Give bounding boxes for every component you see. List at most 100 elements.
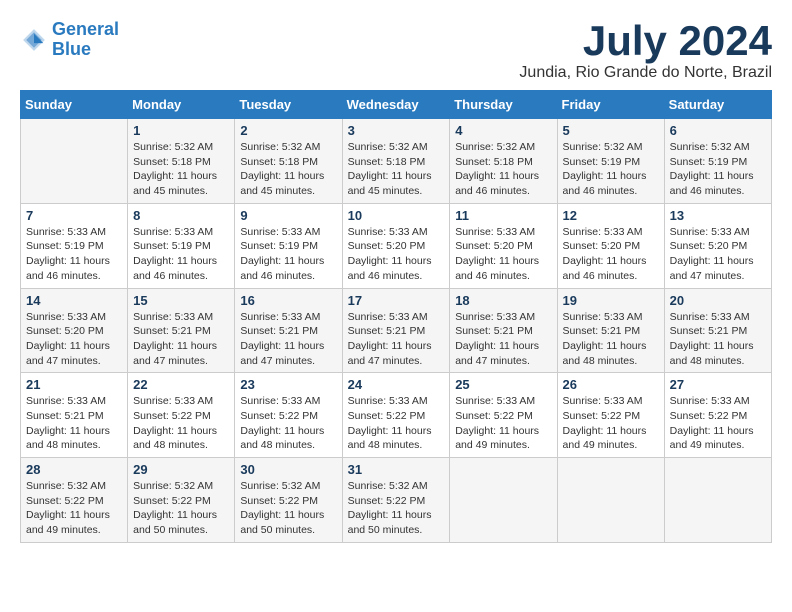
day-info: Sunrise: 5:32 AM Sunset: 5:22 PM Dayligh…: [348, 479, 445, 538]
day-info: Sunrise: 5:32 AM Sunset: 5:18 PM Dayligh…: [348, 140, 445, 199]
calendar-cell: 15Sunrise: 5:33 AM Sunset: 5:21 PM Dayli…: [128, 288, 235, 373]
day-number: 12: [563, 208, 659, 223]
day-info: Sunrise: 5:32 AM Sunset: 5:18 PM Dayligh…: [133, 140, 229, 199]
day-number: 31: [348, 462, 445, 477]
calendar-cell: 9 Sunrise: 5:33 AM Sunset: 5:19 PM Daylig…: [235, 203, 342, 288]
title-area: July 2024 Jundia, Rio Grande do Norte, B…: [519, 20, 772, 82]
day-number: 24: [348, 377, 445, 392]
day-number: 10: [348, 208, 445, 223]
day-number: 17: [348, 293, 445, 308]
day-number: 9: [240, 208, 336, 223]
calendar-cell: 27 Sunrise: 5:33 AM Sunset: 5:22 PM Dayli…: [664, 373, 771, 458]
weekday-header-tuesday: Tuesday: [235, 91, 342, 119]
weekday-header-thursday: Thursday: [450, 91, 557, 119]
day-number: 18: [455, 293, 551, 308]
day-info: Sunrise: 5:33 AM Sunset: 5:19 PM Dayligh…: [133, 225, 229, 284]
day-info: Sunrise: 5:32 AM Sunset: 5:22 PM Dayligh…: [133, 479, 229, 538]
calendar-cell: 6 Sunrise: 5:32 AM Sunset: 5:19 PM Daylig…: [664, 119, 771, 204]
day-number: 26: [563, 377, 659, 392]
calendar-cell: 23 Sunrise: 5:33 AM Sunset: 5:22 PM Dayli…: [235, 373, 342, 458]
calendar-cell: [450, 458, 557, 543]
day-info: Sunrise: 5:33 AM Sunset: 5:22 PM Dayligh…: [455, 394, 551, 453]
day-number: 3: [348, 123, 445, 138]
logo-icon: [20, 26, 48, 54]
calendar-week-row: 28 Sunrise: 5:32 AM Sunset: 5:22 PM Dayli…: [21, 458, 772, 543]
day-info: Sunrise: 5:32 AM Sunset: 5:22 PM Dayligh…: [240, 479, 336, 538]
day-number: 1: [133, 123, 229, 138]
day-info: Sunrise: 5:33 AM Sunset: 5:21 PM Dayligh…: [240, 310, 336, 369]
day-number: 2: [240, 123, 336, 138]
day-info: Sunrise: 5:33 AM Sunset: 5:21 PM Dayligh…: [348, 310, 445, 369]
day-info: Sunrise: 5:33 AM Sunset: 5:21 PM Dayligh…: [133, 310, 229, 369]
calendar-cell: 4Sunrise: 5:32 AM Sunset: 5:18 PM Daylig…: [450, 119, 557, 204]
calendar-cell: 20Sunrise: 5:33 AM Sunset: 5:21 PM Dayli…: [664, 288, 771, 373]
logo-text: General Blue: [52, 20, 119, 60]
weekday-header-friday: Friday: [557, 91, 664, 119]
day-info: Sunrise: 5:32 AM Sunset: 5:18 PM Dayligh…: [455, 140, 551, 199]
day-info: Sunrise: 5:32 AM Sunset: 5:19 PM Dayligh…: [563, 140, 659, 199]
day-info: Sunrise: 5:33 AM Sunset: 5:21 PM Dayligh…: [455, 310, 551, 369]
day-number: 29: [133, 462, 229, 477]
calendar-cell: 28Sunrise: 5:32 AM Sunset: 5:22 PM Dayli…: [21, 458, 128, 543]
day-number: 23: [240, 377, 336, 392]
day-info: Sunrise: 5:33 AM Sunset: 5:19 PM Dayligh…: [26, 225, 122, 284]
calendar-cell: 7Sunrise: 5:33 AM Sunset: 5:19 PM Daylig…: [21, 203, 128, 288]
day-info: Sunrise: 5:33 AM Sunset: 5:20 PM Dayligh…: [670, 225, 766, 284]
day-info: Sunrise: 5:32 AM Sunset: 5:18 PM Dayligh…: [240, 140, 336, 199]
weekday-header-row: SundayMondayTuesdayWednesdayThursdayFrid…: [21, 91, 772, 119]
calendar-week-row: 1 Sunrise: 5:32 AM Sunset: 5:18 PM Daylig…: [21, 119, 772, 204]
day-number: 6: [670, 123, 766, 138]
calendar-cell: 29 Sunrise: 5:32 AM Sunset: 5:22 PM Dayli…: [128, 458, 235, 543]
day-info: Sunrise: 5:33 AM Sunset: 5:22 PM Dayligh…: [670, 394, 766, 453]
calendar-cell: 14 Sunrise: 5:33 AM Sunset: 5:20 PM Dayli…: [21, 288, 128, 373]
calendar-cell: 26 Sunrise: 5:33 AM Sunset: 5:22 PM Dayli…: [557, 373, 664, 458]
calendar-cell: [664, 458, 771, 543]
day-info: Sunrise: 5:33 AM Sunset: 5:21 PM Dayligh…: [670, 310, 766, 369]
calendar-cell: 25 Sunrise: 5:33 AM Sunset: 5:22 PM Dayli…: [450, 373, 557, 458]
calendar-cell: [557, 458, 664, 543]
day-number: 25: [455, 377, 551, 392]
weekday-header-wednesday: Wednesday: [342, 91, 450, 119]
day-number: 22: [133, 377, 229, 392]
calendar-cell: 5 Sunrise: 5:32 AM Sunset: 5:19 PM Daylig…: [557, 119, 664, 204]
calendar-cell: 13 Sunrise: 5:33 AM Sunset: 5:20 PM Dayli…: [664, 203, 771, 288]
day-number: 19: [563, 293, 659, 308]
calendar-cell: 16 Sunrise: 5:33 AM Sunset: 5:21 PM Dayli…: [235, 288, 342, 373]
calendar-week-row: 7Sunrise: 5:33 AM Sunset: 5:19 PM Daylig…: [21, 203, 772, 288]
day-number: 16: [240, 293, 336, 308]
day-number: 11: [455, 208, 551, 223]
logo-line1: General: [52, 19, 119, 39]
day-number: 21: [26, 377, 122, 392]
logo: General Blue: [20, 20, 119, 60]
day-number: 8: [133, 208, 229, 223]
calendar-cell: 10 Sunrise: 5:33 AM Sunset: 5:20 PM Dayli…: [342, 203, 450, 288]
calendar-cell: 21 Sunrise: 5:33 AM Sunset: 5:21 PM Dayli…: [21, 373, 128, 458]
calendar-cell: [21, 119, 128, 204]
day-info: Sunrise: 5:33 AM Sunset: 5:20 PM Dayligh…: [26, 310, 122, 369]
calendar-week-row: 21 Sunrise: 5:33 AM Sunset: 5:21 PM Dayli…: [21, 373, 772, 458]
weekday-header-sunday: Sunday: [21, 91, 128, 119]
day-info: Sunrise: 5:33 AM Sunset: 5:21 PM Dayligh…: [26, 394, 122, 453]
calendar-week-row: 14 Sunrise: 5:33 AM Sunset: 5:20 PM Dayli…: [21, 288, 772, 373]
day-number: 14: [26, 293, 122, 308]
day-number: 28: [26, 462, 122, 477]
month-title: July 2024: [519, 20, 772, 62]
day-info: Sunrise: 5:33 AM Sunset: 5:20 PM Dayligh…: [455, 225, 551, 284]
calendar-table: SundayMondayTuesdayWednesdayThursdayFrid…: [20, 90, 772, 543]
logo-line2: Blue: [52, 39, 91, 59]
day-info: Sunrise: 5:33 AM Sunset: 5:22 PM Dayligh…: [240, 394, 336, 453]
calendar-cell: 31 Sunrise: 5:32 AM Sunset: 5:22 PM Dayli…: [342, 458, 450, 543]
day-number: 27: [670, 377, 766, 392]
day-info: Sunrise: 5:33 AM Sunset: 5:22 PM Dayligh…: [563, 394, 659, 453]
calendar-cell: 17 Sunrise: 5:33 AM Sunset: 5:21 PM Dayli…: [342, 288, 450, 373]
weekday-header-monday: Monday: [128, 91, 235, 119]
day-number: 13: [670, 208, 766, 223]
day-number: 30: [240, 462, 336, 477]
calendar-cell: 3 Sunrise: 5:32 AM Sunset: 5:18 PM Daylig…: [342, 119, 450, 204]
location-subtitle: Jundia, Rio Grande do Norte, Brazil: [519, 64, 772, 82]
calendar-cell: 22Sunrise: 5:33 AM Sunset: 5:22 PM Dayli…: [128, 373, 235, 458]
day-number: 5: [563, 123, 659, 138]
day-info: Sunrise: 5:33 AM Sunset: 5:19 PM Dayligh…: [240, 225, 336, 284]
day-info: Sunrise: 5:33 AM Sunset: 5:20 PM Dayligh…: [348, 225, 445, 284]
day-info: Sunrise: 5:32 AM Sunset: 5:19 PM Dayligh…: [670, 140, 766, 199]
